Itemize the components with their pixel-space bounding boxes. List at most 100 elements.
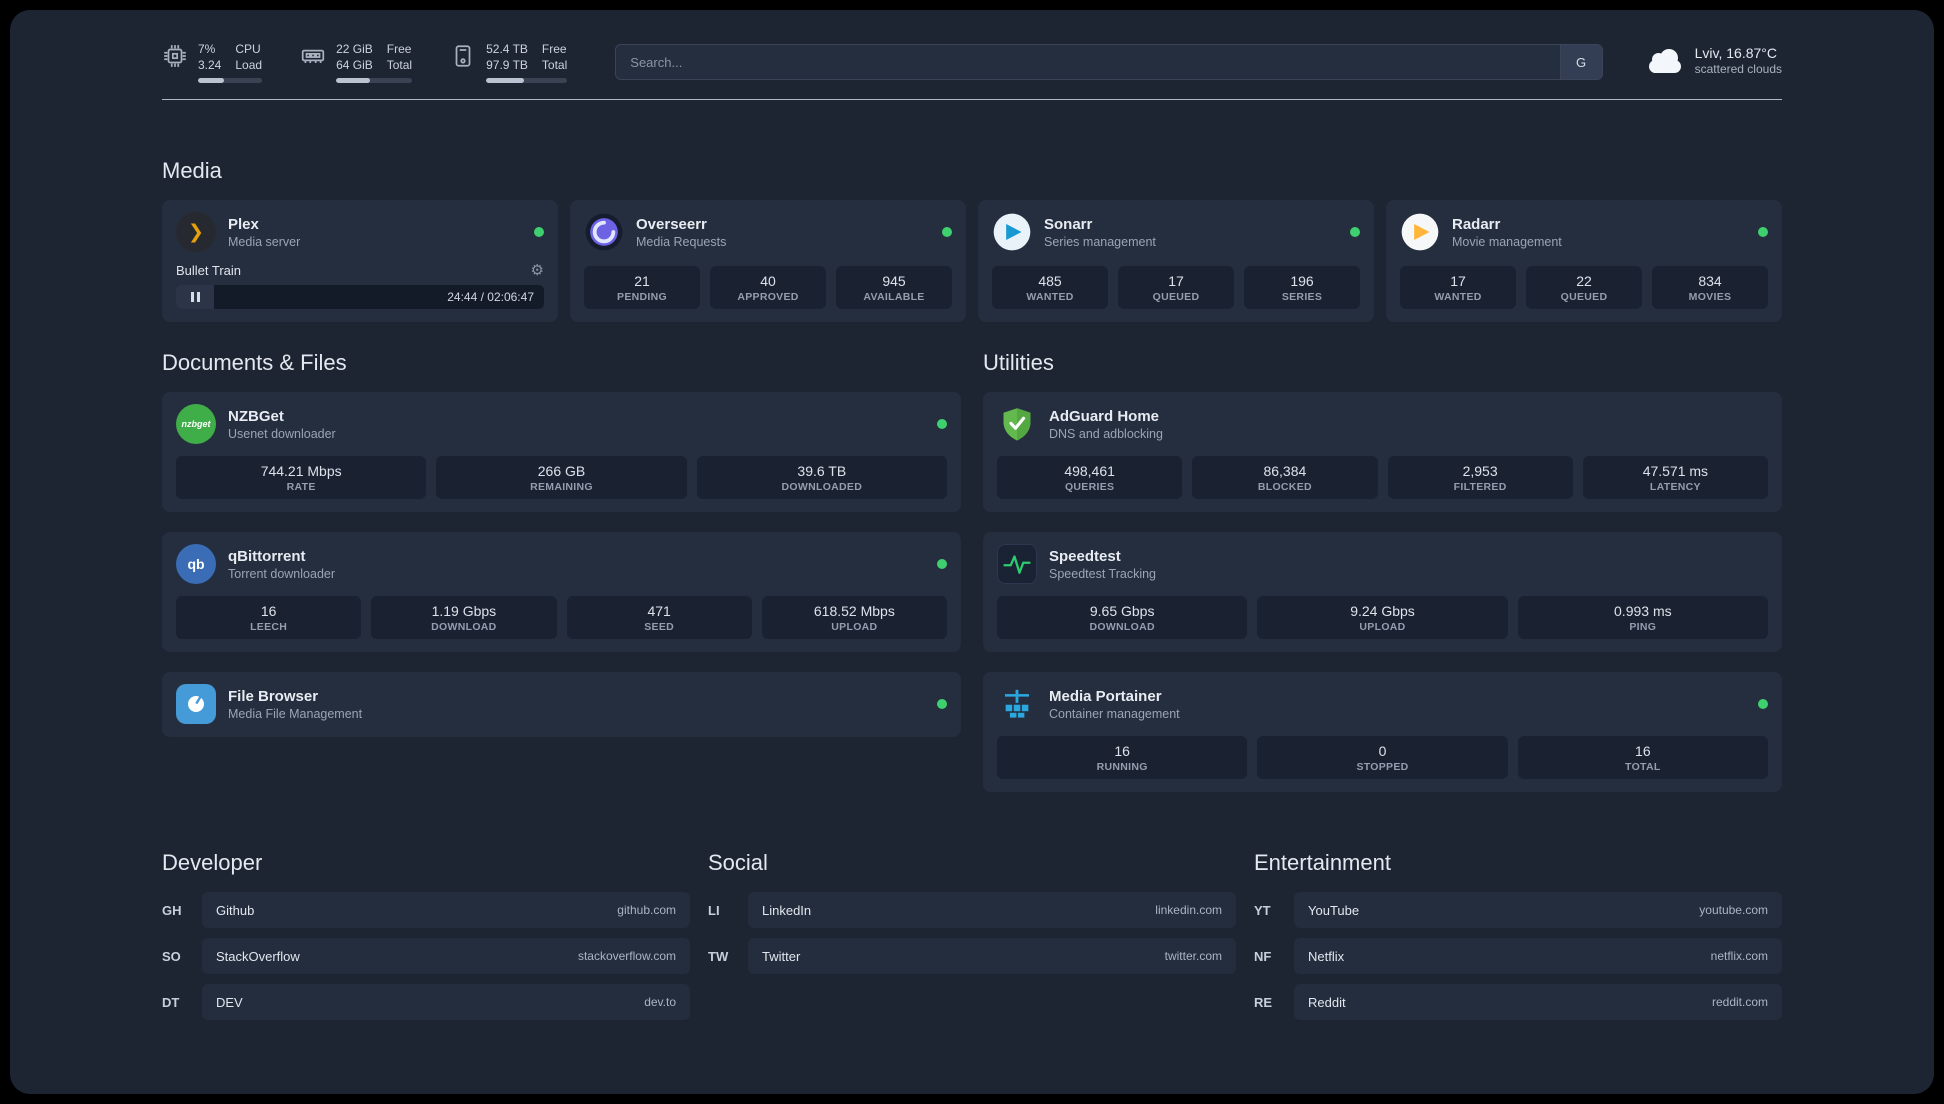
- section-title-utilities: Utilities: [983, 350, 1054, 376]
- stat-tile: 47.571 ms LATENCY: [1582, 456, 1768, 500]
- gear-icon[interactable]: ⚙: [531, 263, 544, 278]
- stat-tile: 1.19 Gbps DOWNLOAD: [371, 596, 557, 640]
- disk-free-label: Free: [541, 42, 567, 56]
- cpu-percent: 7%: [198, 42, 216, 56]
- memory-icon: [300, 43, 326, 74]
- status-dot: [937, 419, 947, 430]
- memory-total-value: 64 GiB: [336, 57, 373, 72]
- search-bar: G: [615, 44, 1603, 80]
- player-time: 24:44 / 02:06:47: [447, 290, 534, 305]
- adguard-icon: [997, 404, 1037, 444]
- service-subtitle: Container management: [1049, 706, 1180, 721]
- bookmark-link-stackoverflow[interactable]: StackOverflow stackoverflow.com: [202, 938, 690, 975]
- service-subtitle: Media Requests: [636, 234, 727, 249]
- weather-location: Lviv, 16.87°C: [1694, 45, 1777, 61]
- bookmark-row: RE Reddit reddit.com: [1254, 984, 1782, 1021]
- service-name: Overseerr: [636, 215, 707, 233]
- stat-tile: 498,461 QUERIES: [997, 456, 1183, 500]
- section-title-entertainment: Entertainment: [1254, 850, 1391, 876]
- filebrowser-card[interactable]: File Browser Media File Management: [162, 672, 961, 738]
- plex-card[interactable]: ❯ Plex Media server Bullet Train ⚙ 24:44…: [162, 200, 558, 323]
- stat-tile: 16 LEECH: [176, 596, 362, 640]
- cpu-widget: 7% 3.24 CPU Load: [162, 42, 263, 84]
- bookmark-row: TW Twitter twitter.com: [708, 938, 1236, 975]
- bookmark-link-netflix[interactable]: Netflix netflix.com: [1294, 938, 1782, 975]
- stat-tile: 618.52 Mbps UPLOAD: [761, 596, 947, 640]
- portainer-icon: [997, 684, 1037, 724]
- radarr-card[interactable]: Radarr Movie management 17 WANTED 22 QUE…: [1386, 200, 1782, 323]
- player-progress-bar[interactable]: 24:44 / 02:06:47: [176, 285, 544, 310]
- section-title-media: Media: [162, 158, 222, 184]
- memory-usage-bar-fill: [336, 78, 370, 84]
- stat-tile: 21 PENDING: [584, 266, 700, 310]
- status-dot: [937, 559, 947, 570]
- cpu-load-value: 3.24: [198, 57, 222, 72]
- search-provider-button[interactable]: G: [1559, 45, 1602, 79]
- service-name: NZBGet: [228, 407, 284, 425]
- status-dot: [942, 227, 952, 238]
- stat-tile: 9.24 Gbps UPLOAD: [1257, 596, 1508, 640]
- service-subtitle: Media File Management: [228, 706, 363, 721]
- radarr-icon: [1400, 212, 1440, 252]
- topbar-divider: [162, 99, 1782, 101]
- bookmark-row: GH Github github.com: [162, 892, 690, 929]
- stat-tile: 744.21 Mbps RATE: [176, 456, 427, 500]
- bookmark-link-twitter[interactable]: Twitter twitter.com: [748, 938, 1236, 975]
- bookmark-link-dev[interactable]: DEV dev.to: [202, 984, 690, 1021]
- stat-tile: 945 AVAILABLE: [836, 266, 952, 310]
- section-media: Media ❯ Plex Media server Bullet Train ⚙: [162, 158, 1782, 323]
- bookmark-link-linkedin[interactable]: LinkedIn linkedin.com: [748, 892, 1236, 929]
- service-subtitle: Movie management: [1452, 234, 1562, 249]
- service-name: Media Portainer: [1049, 687, 1162, 705]
- weather-condition: scattered clouds: [1694, 62, 1782, 77]
- stat-tile: 0.993 ms PING: [1517, 596, 1768, 640]
- stat-tile: 485 WANTED: [992, 266, 1108, 310]
- stat-tile: 196 SERIES: [1244, 266, 1360, 310]
- overseerr-icon: [584, 212, 624, 252]
- sonarr-card[interactable]: Sonarr Series management 485 WANTED 17 Q…: [978, 200, 1374, 323]
- cpu-usage-bar-fill: [198, 78, 224, 84]
- bookmark-group-entertainment: Entertainment YT YouTube youtube.com NF …: [1254, 850, 1782, 1030]
- bookmark-abbr: YT: [1254, 902, 1271, 918]
- stat-tile: 2,953 FILTERED: [1387, 456, 1573, 500]
- section-title-social: Social: [708, 850, 768, 876]
- speedtest-card[interactable]: Speedtest Speedtest Tracking 9.65 Gbps D…: [983, 532, 1782, 653]
- status-dot: [937, 699, 947, 710]
- cpu-load-label: Load: [235, 57, 263, 72]
- bookmark-row: SO StackOverflow stackoverflow.com: [162, 938, 690, 975]
- bookmark-abbr: TW: [708, 948, 729, 964]
- now-playing-title: Bullet Train: [176, 263, 242, 279]
- cloud-icon: [1648, 48, 1681, 73]
- weather-widget: Lviv, 16.87°C scattered clouds: [1648, 44, 1782, 77]
- stat-tile: 471 SEED: [566, 596, 752, 640]
- bookmark-group-developer: Developer GH Github github.com SO StackO…: [162, 850, 690, 1030]
- search-input[interactable]: [616, 54, 1560, 70]
- adguard-card[interactable]: AdGuard Home DNS and adblocking 498,461 …: [983, 392, 1782, 513]
- service-name: AdGuard Home: [1049, 407, 1160, 425]
- cpu-icon: [162, 43, 188, 74]
- portainer-card[interactable]: Media Portainer Container management 16 …: [983, 672, 1782, 793]
- sonarr-icon: [992, 212, 1032, 252]
- disk-usage-bar-fill: [486, 78, 525, 84]
- stat-tile: 266 GB REMAINING: [436, 456, 687, 500]
- bookmark-row: LI LinkedIn linkedin.com: [708, 892, 1236, 929]
- stat-tile: 16 TOTAL: [1517, 736, 1768, 780]
- bookmark-link-github[interactable]: Github github.com: [202, 892, 690, 929]
- memory-free-label: Free: [386, 42, 412, 56]
- bookmark-row: DT DEV dev.to: [162, 984, 690, 1021]
- stat-tile: 22 QUEUED: [1526, 266, 1642, 310]
- section-documents: Documents & Files nzbget NZBGet Usenet d…: [162, 350, 961, 792]
- service-subtitle: DNS and adblocking: [1049, 426, 1163, 441]
- memory-usage-bar: [336, 78, 413, 84]
- service-name: File Browser: [228, 687, 319, 705]
- bookmark-link-youtube[interactable]: YouTube youtube.com: [1294, 892, 1782, 929]
- qbittorrent-card[interactable]: qb qBittorrent Torrent downloader 16 LEE…: [162, 532, 961, 653]
- memory-free-value: 22 GiB: [336, 42, 373, 56]
- overseerr-card[interactable]: Overseerr Media Requests 21 PENDING 40 A…: [570, 200, 966, 323]
- cpu-usage-bar: [198, 78, 263, 84]
- bookmark-link-reddit[interactable]: Reddit reddit.com: [1294, 984, 1782, 1021]
- stat-tile: 39.6 TB DOWNLOADED: [696, 456, 947, 500]
- pause-button[interactable]: [176, 285, 214, 310]
- status-dot: [1758, 699, 1768, 710]
- nzbget-card[interactable]: nzbget NZBGet Usenet downloader 744.21 M…: [162, 392, 961, 513]
